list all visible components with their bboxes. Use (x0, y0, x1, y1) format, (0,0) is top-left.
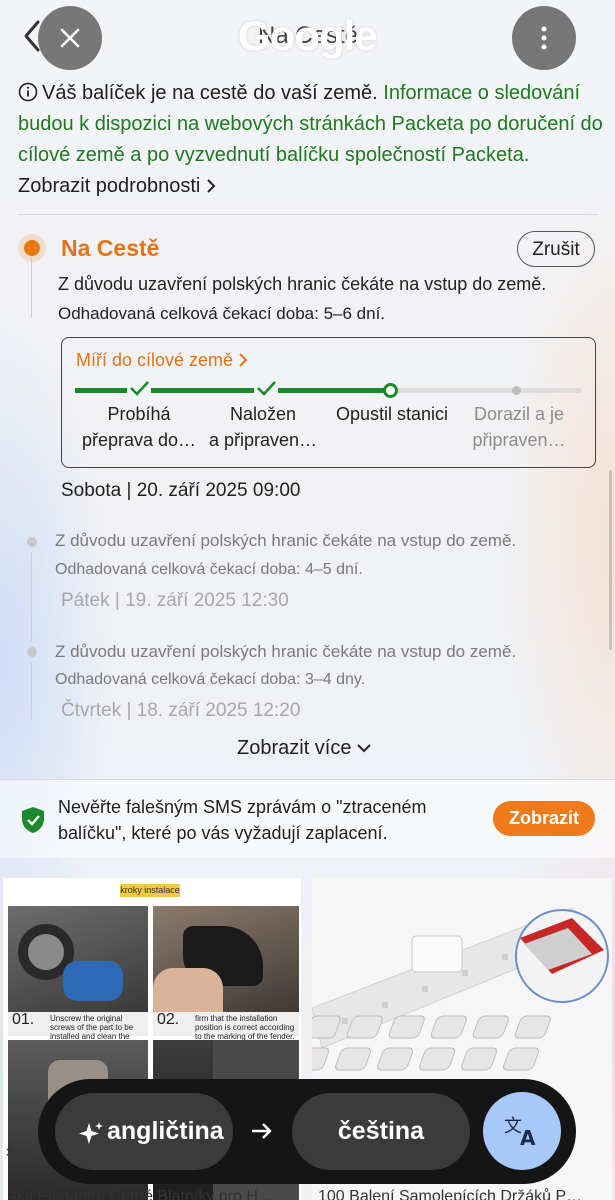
step-caption: 01. Unscrew the original screws of the pa… (8, 1012, 148, 1050)
more-options-button[interactable] (512, 6, 576, 70)
step-label: Dorazil a je připraven… (472, 404, 566, 450)
translate-button[interactable]: 文 A (483, 1092, 561, 1170)
history-date: Pátek | 19. září 2025 12:30 (61, 590, 289, 611)
chevron-down-icon (357, 744, 371, 753)
step-label: Probíhá přeprava do… (81, 404, 197, 450)
chevron-right-icon (207, 179, 216, 193)
cancel-button[interactable]: Zrušit (517, 231, 595, 267)
timeline-line (31, 662, 32, 720)
check-icon (127, 378, 151, 398)
step-label: Naložen a připraven… (208, 404, 318, 450)
current-step-marker (383, 383, 398, 398)
pending-step-marker (512, 386, 521, 395)
divider (18, 214, 598, 215)
shield-check-icon (22, 807, 44, 833)
translate-bar: angličtina čeština 文 A (38, 1079, 576, 1184)
product-photo (153, 906, 299, 1012)
svg-text:A: A (520, 1126, 536, 1148)
timeline-line (31, 258, 32, 318)
tracking-info: Váš balíček je na cestě do vaší země. In… (18, 78, 603, 202)
progress-remaining-segment (397, 388, 581, 393)
sparkle-icon (79, 1122, 103, 1144)
target-language-button[interactable]: čeština (292, 1093, 470, 1170)
close-icon (60, 28, 80, 48)
history-message: Z důvodu uzavření polských hranic čekáte… (55, 531, 517, 550)
step-caption: 3. je (6, 1147, 27, 1159)
status-dot (24, 240, 40, 256)
product-title[interactable]: 4ks Elegantní Černé Blatníky pro H… (8, 1188, 274, 1200)
source-language-button[interactable]: angličtina (55, 1093, 233, 1170)
destination-link[interactable]: Míří do cílové země (76, 350, 248, 371)
info-icon (18, 82, 38, 102)
status-estimate: Odhadovaná celková čekací doba: 5–6 dní. (58, 304, 386, 323)
progress-done-segment (75, 388, 387, 393)
status-message: Z důvodu uzavření polských hranic čekáte… (58, 274, 547, 294)
install-banner: kroky instalace (120, 884, 180, 897)
history-dot (27, 647, 37, 657)
show-more-button[interactable]: Zobrazit více (237, 737, 371, 760)
history-estimate: Odhadovaná celková čekací doba: 4–5 dní. (55, 561, 363, 578)
progress-card[interactable]: Míří do cílové země Probíhá přeprava do… … (61, 337, 596, 468)
show-button[interactable]: Zobrazit (493, 801, 595, 836)
step-label: Opustil stanici (335, 404, 449, 424)
status-date: Sobota | 20. září 2025 09:00 (61, 480, 301, 501)
warning-text: Nevěřte falešným SMS zprávám o "ztracené… (58, 797, 427, 843)
status-title: Na Cestě (61, 235, 160, 261)
info-text: Váš balíček je na cestě do vaší země. (42, 82, 378, 104)
history-dot (27, 537, 37, 547)
more-vert-icon (541, 26, 547, 50)
step-caption: 02. firm that the installation position i… (153, 1012, 299, 1041)
check-icon (254, 378, 278, 398)
history-date: Čtvrtek | 18. září 2025 12:20 (61, 700, 301, 721)
timeline-line (31, 552, 32, 642)
history-message: Z důvodu uzavření polských hranic čekáte… (55, 642, 517, 661)
details-link[interactable]: Zobrazit podrobnosti (18, 175, 216, 197)
product-title[interactable]: 100 Balení Samolepících Držáků P… (318, 1188, 582, 1200)
scrollbar[interactable] (609, 470, 612, 650)
google-logo: Google (238, 12, 378, 59)
translate-icon: 文 A (504, 1116, 536, 1148)
chevron-right-icon (239, 353, 248, 367)
close-button[interactable] (38, 6, 102, 70)
product-photo (8, 906, 148, 1012)
arrow-right-icon (252, 1123, 272, 1139)
history-estimate: Odhadovaná celková čekací doba: 3–4 dny. (55, 671, 366, 688)
